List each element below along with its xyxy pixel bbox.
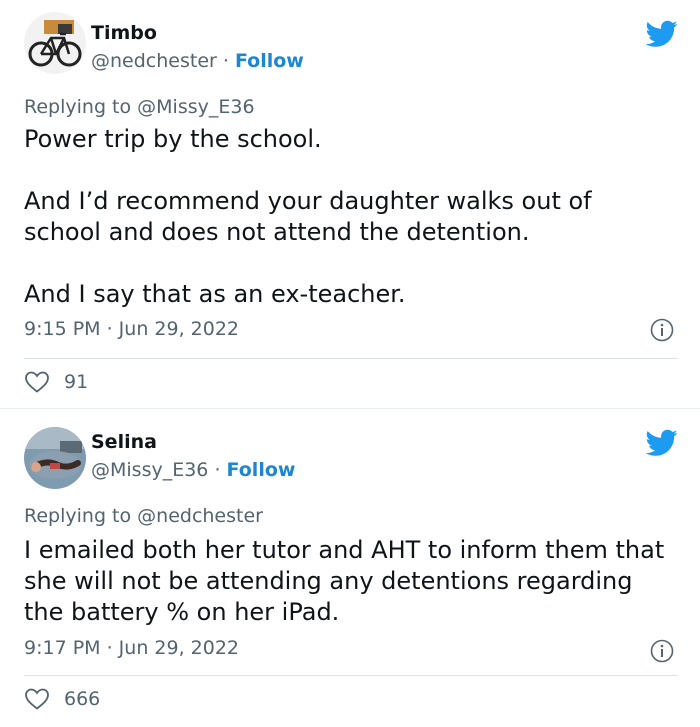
twitter-bird-icon[interactable]	[646, 429, 678, 457]
info-icon[interactable]	[650, 318, 674, 342]
author-handle[interactable]: @nedchester	[91, 50, 217, 72]
avatar[interactable]	[24, 427, 86, 489]
bicycle-avatar-icon	[24, 12, 86, 74]
separator: ·	[214, 459, 227, 481]
tweet-paragraph: I emailed both her tutor and AHT to info…	[24, 536, 665, 626]
divider	[24, 358, 678, 359]
heart-icon	[25, 688, 49, 710]
tweet-text: Power trip by the school. And I’d recomm…	[24, 124, 674, 310]
replying-to[interactable]: Replying to @Missy_E36	[24, 96, 255, 118]
author-handle[interactable]: @Missy_E36	[91, 459, 208, 481]
tweet-text: I emailed both her tutor and AHT to info…	[24, 535, 674, 628]
replying-to[interactable]: Replying to @nedchester	[24, 505, 263, 527]
reclining-person-avatar-icon	[24, 427, 86, 489]
timestamp-link[interactable]: 9:17 PM · Jun 29, 2022	[24, 637, 239, 659]
like-button[interactable]: 666	[24, 687, 100, 711]
twitter-bird-icon[interactable]	[646, 20, 678, 48]
like-count: 91	[64, 371, 89, 393]
like-button[interactable]: 91	[24, 370, 88, 394]
info-icon[interactable]	[650, 639, 674, 663]
divider	[24, 675, 678, 676]
follow-link[interactable]: Follow	[227, 459, 296, 481]
tweet-card: Selina @Missy_E36 · Follow Replying to @…	[0, 408, 700, 727]
tweet-paragraph: And I’d recommend your daughter walks ou…	[24, 187, 592, 246]
timestamp-link[interactable]: 9:15 PM · Jun 29, 2022	[24, 318, 239, 340]
separator: ·	[222, 50, 235, 72]
tweet-paragraph: And I say that as an ex-teacher.	[24, 280, 406, 308]
handle-row: @nedchester · Follow	[91, 50, 304, 72]
author-name[interactable]: Selina	[91, 431, 157, 453]
avatar[interactable]	[24, 12, 86, 74]
heart-icon	[25, 371, 49, 393]
follow-link[interactable]: Follow	[235, 50, 304, 72]
handle-row: @Missy_E36 · Follow	[91, 459, 295, 481]
author-name[interactable]: Timbo	[91, 22, 157, 44]
like-count: 666	[64, 688, 101, 710]
tweet-card: Timbo @nedchester · Follow Replying to @…	[0, 0, 700, 408]
tweet-paragraph: Power trip by the school.	[24, 125, 322, 153]
